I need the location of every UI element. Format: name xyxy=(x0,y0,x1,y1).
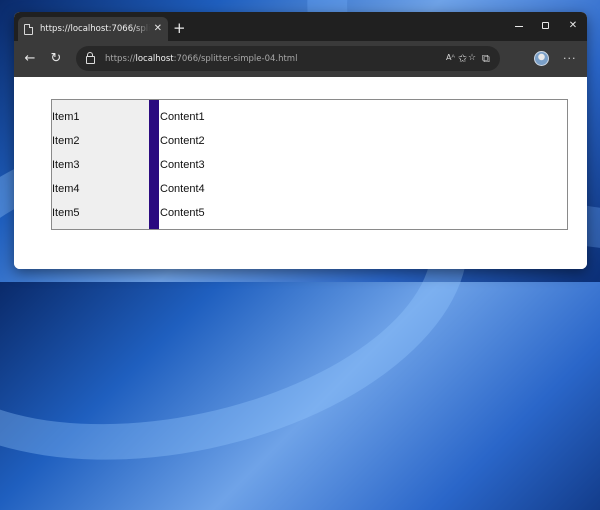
left-item: Item4 xyxy=(52,183,80,195)
url-host: localhost xyxy=(135,53,174,64)
page-viewport: Item1 Item2 Item3 Item4 Item5 Content1 C… xyxy=(14,77,587,269)
left-item: Item2 xyxy=(52,135,80,147)
right-item: Content2 xyxy=(160,135,205,147)
close-window-button[interactable]: ✕ xyxy=(563,18,583,34)
maximize-button[interactable] xyxy=(536,18,556,34)
right-item: Content3 xyxy=(160,159,205,171)
tab-title: https://localhost:7066/splitter-sir xyxy=(40,24,150,34)
right-item: Content5 xyxy=(160,207,205,219)
splitter-container: Item1 Item2 Item3 Item4 Item5 Content1 C… xyxy=(51,99,568,230)
back-button[interactable]: ← xyxy=(22,51,38,67)
right-item: Content1 xyxy=(160,111,205,123)
favorites-icon[interactable]: ✩ xyxy=(458,51,467,67)
more-menu-button[interactable]: ··· xyxy=(563,51,577,67)
refresh-button[interactable]: ↻ xyxy=(48,51,64,67)
tab-strip: https://localhost:7066/splitter-sir ✕ + … xyxy=(14,12,587,41)
profile-avatar[interactable] xyxy=(534,51,549,66)
splitter-right-pane: Content1 Content2 Content3 Content4 Cont… xyxy=(159,100,567,229)
splitter-handle[interactable] xyxy=(149,100,159,229)
address-bar[interactable]: https://localhost:7066/splitter-simple-0… xyxy=(76,46,500,71)
url-rest: :7066/splitter-simple-04.html xyxy=(173,53,298,64)
browser-window: https://localhost:7066/splitter-sir ✕ + … xyxy=(14,12,587,269)
minimize-button[interactable] xyxy=(509,18,529,34)
url-text[interactable]: https://localhost:7066/splitter-simple-0… xyxy=(105,54,297,64)
left-item: Item5 xyxy=(52,207,80,219)
lock-icon[interactable] xyxy=(86,52,95,64)
left-item: Item3 xyxy=(52,159,80,171)
new-tab-button[interactable]: + xyxy=(173,21,186,36)
browser-toolbar: ← ↻ https://localhost:7066/splitter-simp… xyxy=(14,41,587,77)
tab-close-icon[interactable]: ✕ xyxy=(154,24,162,34)
url-prefix: https:// xyxy=(105,53,136,64)
page-icon xyxy=(24,23,33,35)
left-item: Item1 xyxy=(52,111,80,123)
splitter-left-pane: Item1 Item2 Item3 Item4 Item5 xyxy=(52,100,149,229)
collections-icon[interactable]: ⧉ xyxy=(482,51,490,67)
add-favorite-icon[interactable]: ☆ xyxy=(468,51,476,65)
tab-active[interactable]: https://localhost:7066/splitter-sir ✕ xyxy=(18,17,168,41)
read-aloud-icon[interactable]: Aᴬ xyxy=(446,51,455,65)
right-item: Content4 xyxy=(160,183,205,195)
